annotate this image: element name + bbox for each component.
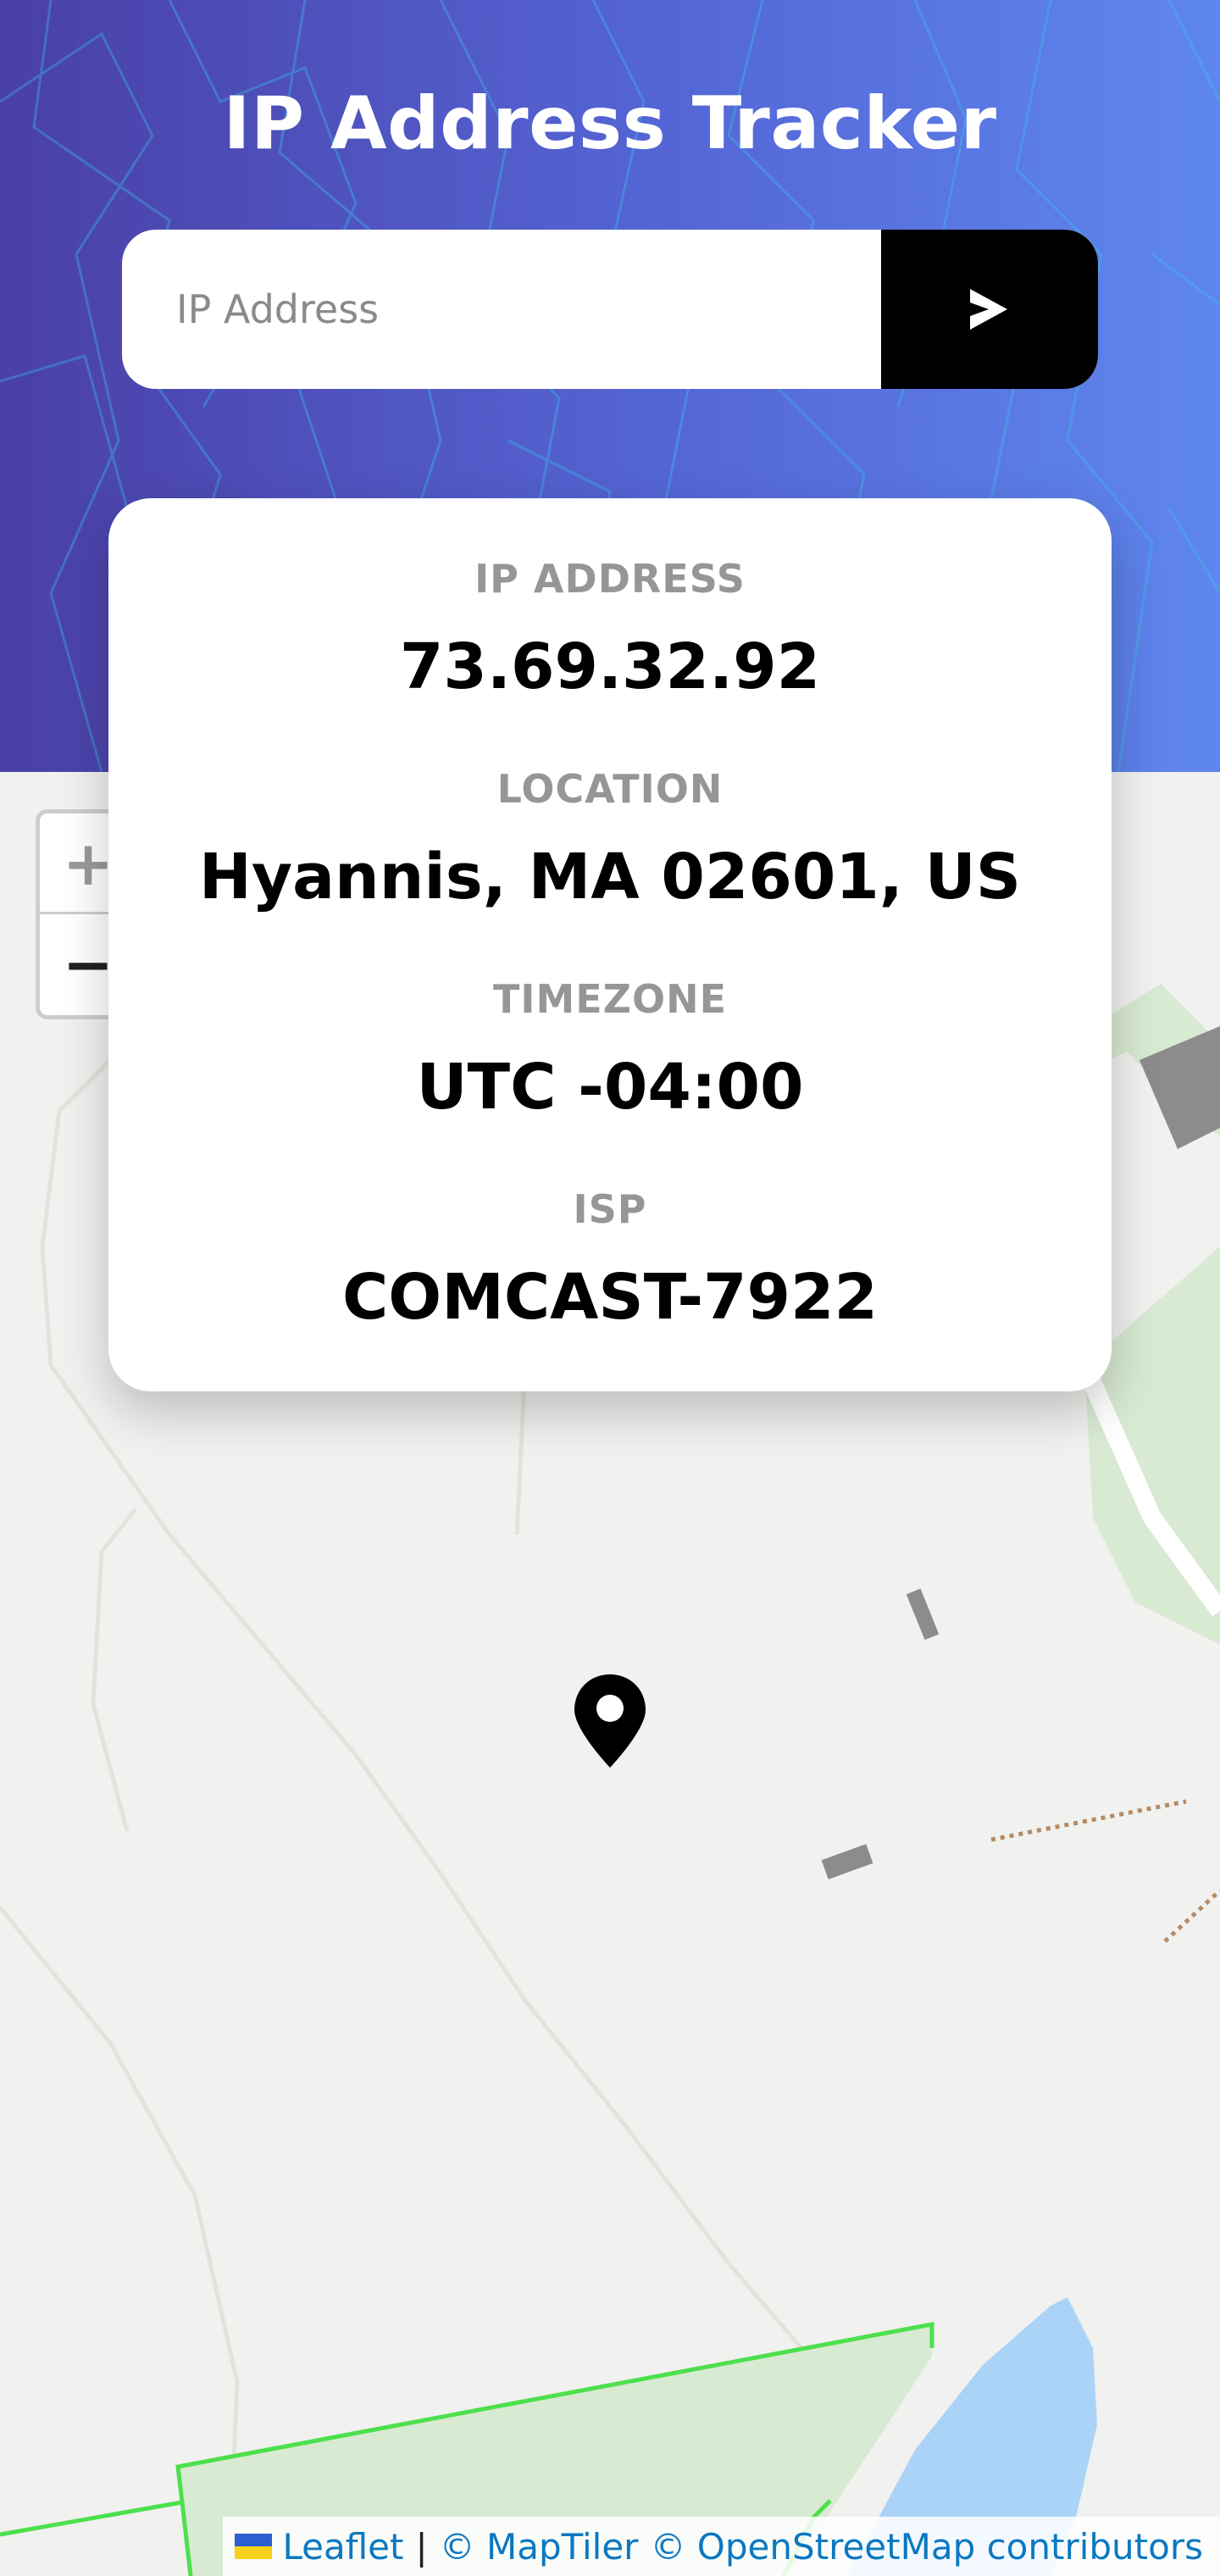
location-pin-icon[interactable] [574,1674,646,1768]
page-title: IP Address Tracker [223,81,997,166]
ip-address-value: 73.69.32.92 [399,630,821,703]
timezone-value: UTC -04:00 [416,1051,804,1124]
attribution-separator: | [415,2525,428,2568]
leaflet-link[interactable]: Leaflet [282,2526,403,2568]
app-root: IP Address Tracker IP Address + − Leafle… [0,0,1220,2576]
search-submit-button[interactable] [881,230,1098,389]
location-section: LOCATION Hyannis, MA 02601, US [108,763,1112,915]
timezone-label: TIMEZONE [492,976,728,1022]
ip-address-label: IP ADDRESS [474,556,746,602]
ip-info-card: IP ADDRESS 73.69.32.92 LOCATION Hyannis,… [108,498,1112,1391]
isp-value: COMCAST-7922 [342,1261,878,1334]
chevron-right-icon [970,289,1007,330]
ip-address-section: IP ADDRESS 73.69.32.92 [108,552,1112,705]
isp-label: ISP [573,1186,647,1232]
map-attribution: Leaflet | © MapTiler © OpenStreetMap con… [223,2517,1220,2576]
location-label: LOCATION [496,766,724,812]
maptiler-link[interactable]: © MapTiler [440,2526,639,2568]
location-value: Hyannis, MA 02601, US [198,841,1022,913]
ukraine-flag-icon [235,2534,273,2559]
ip-search-input[interactable] [122,230,881,389]
openstreetmap-link[interactable]: © OpenStreetMap contributors [650,2526,1203,2568]
search-bar [122,230,1098,389]
isp-section: ISP COMCAST-7922 [108,1183,1112,1335]
timezone-section: TIMEZONE UTC -04:00 [108,973,1112,1125]
